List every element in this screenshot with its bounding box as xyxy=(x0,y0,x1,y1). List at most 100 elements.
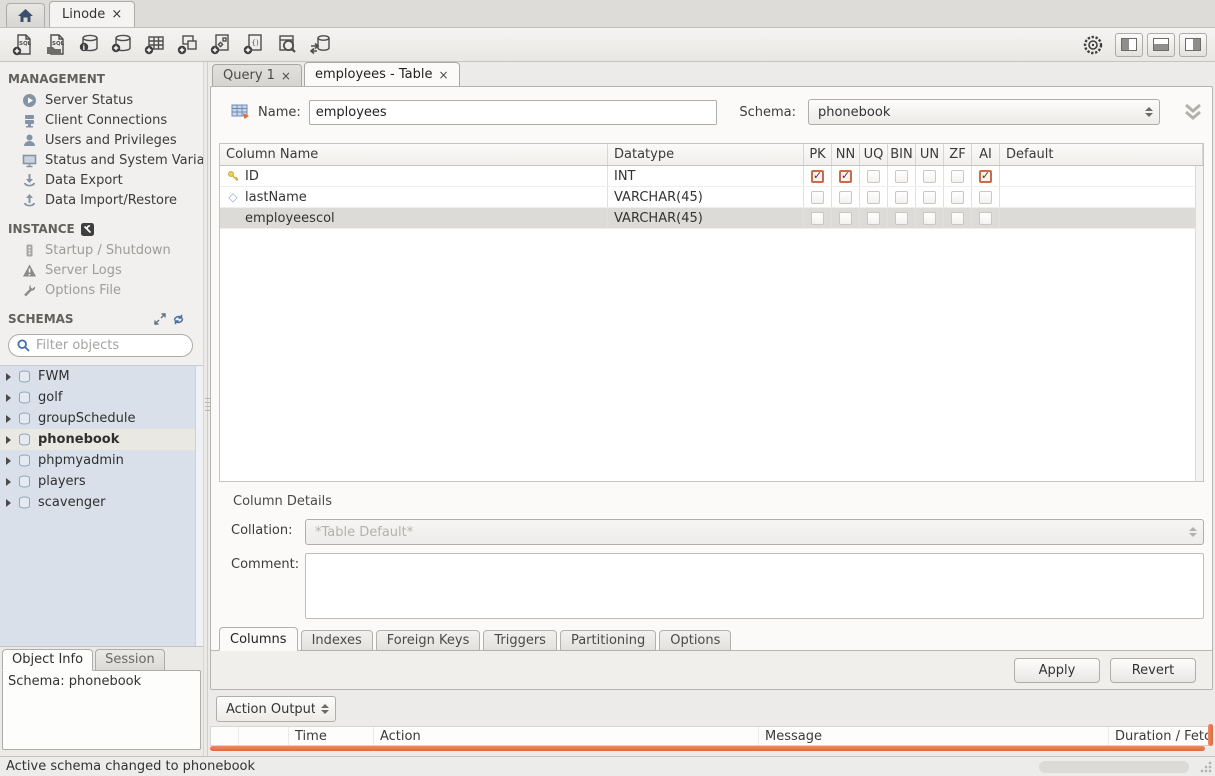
tab-triggers[interactable]: Triggers xyxy=(483,630,557,651)
expander-icon[interactable] xyxy=(6,478,11,486)
pk-checkbox[interactable] xyxy=(811,191,824,204)
tab-session[interactable]: Session xyxy=(95,649,165,671)
table-row[interactable]: ID INT xyxy=(220,166,1203,187)
open-sql-script-icon[interactable]: SQL xyxy=(41,31,71,59)
table-row[interactable]: employeescol VARCHAR(45) xyxy=(220,208,1203,229)
expander-icon[interactable] xyxy=(6,499,11,507)
expander-icon[interactable] xyxy=(6,457,11,465)
ai-checkbox[interactable] xyxy=(979,191,992,204)
close-icon[interactable]: × xyxy=(281,69,291,83)
nn-checkbox[interactable] xyxy=(839,170,852,183)
statusbar-scrollbar[interactable] xyxy=(1039,761,1189,773)
tab-foreign-keys[interactable]: Foreign Keys xyxy=(376,630,481,651)
output-vertical-scrollbar[interactable] xyxy=(1208,724,1213,746)
create-schema-icon[interactable] xyxy=(107,31,137,59)
sidebar-item-server-status[interactable]: Server Status xyxy=(0,90,203,110)
col-header-datatype[interactable]: Datatype xyxy=(608,144,804,165)
sidebar-splitter[interactable] xyxy=(203,62,208,756)
schema-list-scrollbar[interactable] xyxy=(195,366,203,646)
search-table-data-icon[interactable] xyxy=(272,31,302,59)
ai-checkbox[interactable] xyxy=(979,170,992,183)
col-header-zf[interactable]: ZF xyxy=(944,144,972,165)
zf-checkbox[interactable] xyxy=(951,191,964,204)
uq-checkbox[interactable] xyxy=(867,191,880,204)
nn-checkbox[interactable] xyxy=(839,191,852,204)
reconnect-dbms-icon[interactable] xyxy=(305,31,335,59)
col-header-pk[interactable]: PK xyxy=(804,144,832,165)
comment-textarea[interactable] xyxy=(305,553,1204,619)
zf-checkbox[interactable] xyxy=(951,212,964,225)
bin-checkbox[interactable] xyxy=(895,212,908,225)
sidebar-item-data-export[interactable]: Data Export xyxy=(0,170,203,190)
un-checkbox[interactable] xyxy=(923,170,936,183)
schema-item-players[interactable]: players xyxy=(0,471,203,492)
tab-columns[interactable]: Columns xyxy=(219,627,298,651)
table-inspector-icon[interactable]: i xyxy=(74,31,104,59)
toggle-sidebar-button[interactable] xyxy=(1115,33,1143,57)
column-default[interactable] xyxy=(1000,187,1203,207)
sidebar-item-users-privileges[interactable]: Users and Privileges xyxy=(0,130,203,150)
zf-checkbox[interactable] xyxy=(951,170,964,183)
col-header-nn[interactable]: NN xyxy=(832,144,860,165)
schema-item-groupschedule[interactable]: groupSchedule xyxy=(0,408,203,429)
uq-checkbox[interactable] xyxy=(867,170,880,183)
tab-indexes[interactable]: Indexes xyxy=(301,630,373,651)
schema-item-scavenger[interactable]: scavenger xyxy=(0,492,203,513)
col-header-un[interactable]: UN xyxy=(916,144,944,165)
grid-empty-area[interactable] xyxy=(220,229,1203,481)
bin-checkbox[interactable] xyxy=(895,191,908,204)
sidebar-item-server-logs[interactable]: Server Logs xyxy=(0,260,203,280)
col-header-uq[interactable]: UQ xyxy=(860,144,888,165)
connection-tab[interactable]: Linode × xyxy=(49,1,135,27)
col-header-bin[interactable]: BIN xyxy=(888,144,916,165)
expander-icon[interactable] xyxy=(6,373,11,381)
ai-checkbox[interactable] xyxy=(979,212,992,225)
schema-item-golf[interactable]: golf xyxy=(0,387,203,408)
output-col-duration[interactable]: Duration / Fetch xyxy=(1109,727,1212,745)
close-icon[interactable]: × xyxy=(439,68,449,82)
expander-icon[interactable] xyxy=(6,436,11,444)
close-icon[interactable]: × xyxy=(111,7,122,22)
schema-filter-input[interactable] xyxy=(36,338,206,353)
output-col-message[interactable]: Message xyxy=(759,727,1109,745)
expand-schemas-icon[interactable] xyxy=(154,313,166,325)
un-checkbox[interactable] xyxy=(923,191,936,204)
output-col-status[interactable] xyxy=(211,727,239,745)
expander-icon[interactable] xyxy=(6,415,11,423)
sidebar-item-data-import[interactable]: Data Import/Restore xyxy=(0,190,203,210)
expander-icon[interactable] xyxy=(6,394,11,402)
sidebar-item-options-file[interactable]: Options File xyxy=(0,280,203,300)
tab-query-1[interactable]: Query 1 × xyxy=(212,64,302,86)
toggle-secondary-sidebar-button[interactable] xyxy=(1179,33,1207,57)
grid-scrollbar[interactable] xyxy=(1195,166,1203,481)
sidebar-item-startup-shutdown[interactable]: Startup / Shutdown xyxy=(0,240,203,260)
tab-employees-table[interactable]: employees - Table × xyxy=(304,62,460,86)
new-sql-tab-icon[interactable]: SQL xyxy=(8,31,38,59)
nn-checkbox[interactable] xyxy=(839,212,852,225)
col-header-name[interactable]: Column Name xyxy=(220,144,608,165)
col-header-default[interactable]: Default xyxy=(1000,144,1203,165)
output-type-select[interactable]: Action Output xyxy=(216,696,336,722)
column-default[interactable] xyxy=(1000,166,1203,186)
tab-object-info[interactable]: Object Info xyxy=(2,649,93,671)
create-function-icon[interactable]: {) xyxy=(239,31,269,59)
resize-grip[interactable] xyxy=(1199,760,1213,774)
tab-options[interactable]: Options xyxy=(659,630,731,651)
output-col-action[interactable]: Action xyxy=(374,727,759,745)
schema-item-fwm[interactable]: FWM xyxy=(0,366,203,387)
pk-checkbox[interactable] xyxy=(811,212,824,225)
output-col-index[interactable] xyxy=(239,727,289,745)
home-tab[interactable] xyxy=(6,3,45,27)
sidebar-item-client-connections[interactable]: Client Connections xyxy=(0,110,203,130)
schema-item-phonebook[interactable]: phonebook xyxy=(0,429,203,450)
apply-button[interactable]: Apply xyxy=(1014,658,1100,683)
sidebar-item-system-variables[interactable]: Status and System Variables xyxy=(0,150,203,170)
create-table-icon[interactable] xyxy=(140,31,170,59)
uq-checkbox[interactable] xyxy=(867,212,880,225)
create-routine-icon[interactable] xyxy=(206,31,236,59)
pk-checkbox[interactable] xyxy=(811,170,824,183)
table-row[interactable]: ◇ lastName VARCHAR(45) xyxy=(220,187,1203,208)
revert-button[interactable]: Revert xyxy=(1110,658,1196,683)
toggle-output-button[interactable] xyxy=(1147,33,1175,57)
column-default[interactable] xyxy=(1000,208,1203,228)
